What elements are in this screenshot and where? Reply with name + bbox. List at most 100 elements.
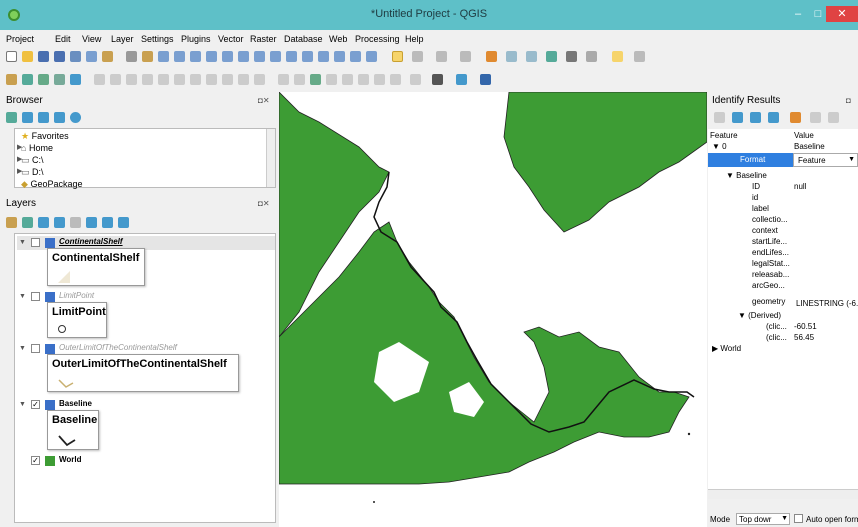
add-raster-layer-icon[interactable] — [38, 74, 49, 85]
pan-to-selection-icon[interactable] — [142, 51, 153, 62]
statistical-summary-icon[interactable] — [506, 51, 517, 62]
format-select[interactable]: Feature ▼ — [793, 153, 858, 167]
paste-features-icon[interactable] — [222, 74, 233, 85]
menu-raster[interactable]: Raster — [250, 34, 277, 44]
add-delimited-text-icon[interactable] — [54, 74, 65, 85]
delete-selected-icon[interactable] — [174, 74, 185, 85]
collapse-all-icon[interactable] — [54, 112, 65, 123]
collapse-arrow-icon[interactable]: ▼ — [738, 311, 748, 320]
zoom-to-selection-icon[interactable] — [222, 51, 233, 62]
new-project-icon[interactable] — [6, 51, 17, 62]
zoom-native-icon[interactable] — [254, 51, 265, 62]
column-header-value[interactable]: Value — [794, 131, 814, 140]
browser-item-c-drive[interactable]: ▶ ▭ C:\ — [17, 155, 44, 166]
expand-arrow-icon[interactable]: ▶ — [17, 143, 22, 151]
highlight-labels-icon[interactable] — [326, 74, 337, 85]
menu-edit[interactable]: Edit — [55, 34, 71, 44]
plugin-icon[interactable] — [456, 74, 467, 85]
zoom-to-layer-icon[interactable] — [238, 51, 249, 62]
move-label-icon[interactable] — [342, 74, 353, 85]
layer-visibility-checkbox[interactable]: ✓ — [31, 456, 40, 465]
field-calculator-icon[interactable] — [526, 51, 537, 62]
panel-float-close-icon[interactable]: ◘✕ — [258, 96, 270, 105]
save-as-icon[interactable] — [54, 51, 65, 62]
db-manager-icon[interactable] — [480, 74, 491, 85]
data-source-manager-icon[interactable] — [6, 74, 17, 85]
collapse-arrow-icon[interactable]: ▼ — [726, 171, 736, 180]
identify-results-tree[interactable]: Feature Value ▼ 0 Baseline ▼ Baseline ID… — [708, 129, 858, 499]
layers-tree[interactable]: ▼ ContinentalShelf ContinentalShelf ▼ Li… — [14, 233, 276, 523]
style-manager-icon[interactable] — [102, 51, 113, 62]
print-icon[interactable] — [828, 112, 839, 123]
save-project-icon[interactable] — [38, 51, 49, 62]
open-attribute-table-icon[interactable] — [486, 51, 497, 62]
collapse-arrow-icon[interactable]: ▼ — [19, 293, 26, 300]
identify-features-icon[interactable] — [392, 51, 403, 62]
style-icon[interactable] — [6, 217, 17, 228]
cut-features-icon[interactable] — [190, 74, 201, 85]
label-toolbar-icon[interactable] — [278, 74, 289, 85]
sum-icon[interactable] — [566, 51, 577, 62]
refresh-icon[interactable] — [22, 112, 33, 123]
add-vector-layer-icon[interactable] — [22, 74, 33, 85]
python-console-icon[interactable] — [432, 74, 443, 85]
add-feature-icon[interactable] — [142, 74, 153, 85]
collapse-tree-icon[interactable] — [732, 112, 743, 123]
text-annotation-icon[interactable] — [634, 51, 645, 62]
pan-icon[interactable] — [126, 51, 137, 62]
deselect-icon[interactable] — [460, 51, 471, 62]
undo-icon[interactable] — [238, 74, 249, 85]
menu-view[interactable]: View — [82, 34, 101, 44]
minimize-button[interactable]: – — [788, 6, 808, 22]
bookmark-icon[interactable] — [334, 51, 345, 62]
menu-processing[interactable]: Processing — [355, 34, 400, 44]
vertex-tool-icon[interactable] — [158, 74, 169, 85]
redo-icon[interactable] — [254, 74, 265, 85]
pin-labels-icon[interactable] — [310, 74, 321, 85]
filter-icon[interactable] — [38, 112, 49, 123]
select-features-icon[interactable] — [436, 51, 447, 62]
remove-layer-icon[interactable] — [118, 217, 129, 228]
add-group-icon[interactable] — [22, 217, 33, 228]
browser-item-geopackage[interactable]: ◆ GeoPackage — [21, 179, 82, 190]
manage-themes-icon[interactable] — [38, 217, 49, 228]
zoom-out-icon[interactable] — [174, 51, 185, 62]
rotate-label-icon[interactable] — [358, 74, 369, 85]
expand-arrow-icon[interactable]: ▶ — [17, 167, 22, 175]
zoom-next-icon[interactable] — [286, 51, 297, 62]
zoom-full-icon[interactable] — [206, 51, 217, 62]
show-hide-labels-icon[interactable] — [390, 74, 401, 85]
menu-plugins[interactable]: Plugins — [181, 34, 211, 44]
filter-legend-icon[interactable] — [54, 217, 65, 228]
add-layer-icon[interactable] — [6, 112, 17, 123]
change-label-icon[interactable] — [374, 74, 385, 85]
collapse-arrow-icon[interactable]: ▼ — [19, 401, 26, 408]
select-feature-icon[interactable] — [790, 112, 801, 123]
browser-scrollbar[interactable] — [266, 129, 275, 187]
toggle-editing-icon[interactable] — [110, 74, 121, 85]
save-edits-icon[interactable] — [126, 74, 137, 85]
layer-node-baseline[interactable]: ▼ Baseline — [726, 171, 767, 180]
info-icon[interactable] — [70, 112, 81, 123]
refresh-icon[interactable] — [366, 51, 377, 62]
close-button[interactable]: ✕ — [826, 6, 858, 22]
derived-node[interactable]: ▼ (Derived) — [738, 311, 781, 320]
menu-web[interactable]: Web — [329, 34, 347, 44]
layer-visibility-checkbox[interactable] — [31, 292, 40, 301]
diagram-tool-icon[interactable] — [410, 74, 421, 85]
processing-toolbox-icon[interactable] — [546, 51, 557, 62]
zoom-in-icon[interactable] — [158, 51, 169, 62]
browser-tree[interactable]: ★ Favorites ▶ ⌂ Home ▶ ▭ C:\ ▶ ▭ D:\ ◆ G… — [14, 128, 276, 190]
expand-new-results-icon[interactable] — [750, 112, 761, 123]
auto-open-form-checkbox[interactable] — [794, 514, 803, 523]
filter-expression-icon[interactable] — [70, 217, 81, 228]
new-print-layout-icon[interactable] — [70, 51, 81, 62]
map-tips-icon[interactable] — [612, 51, 623, 62]
layer-row-world[interactable]: ✓ World — [17, 454, 275, 468]
mode-select[interactable]: Top dowr ▼ — [736, 513, 790, 525]
menu-vector[interactable]: Vector — [218, 34, 244, 44]
menu-database[interactable]: Database — [284, 34, 323, 44]
run-action-icon[interactable] — [412, 51, 423, 62]
collapse-arrow-icon[interactable]: ▼ — [19, 239, 26, 246]
menu-settings[interactable]: Settings — [141, 34, 174, 44]
